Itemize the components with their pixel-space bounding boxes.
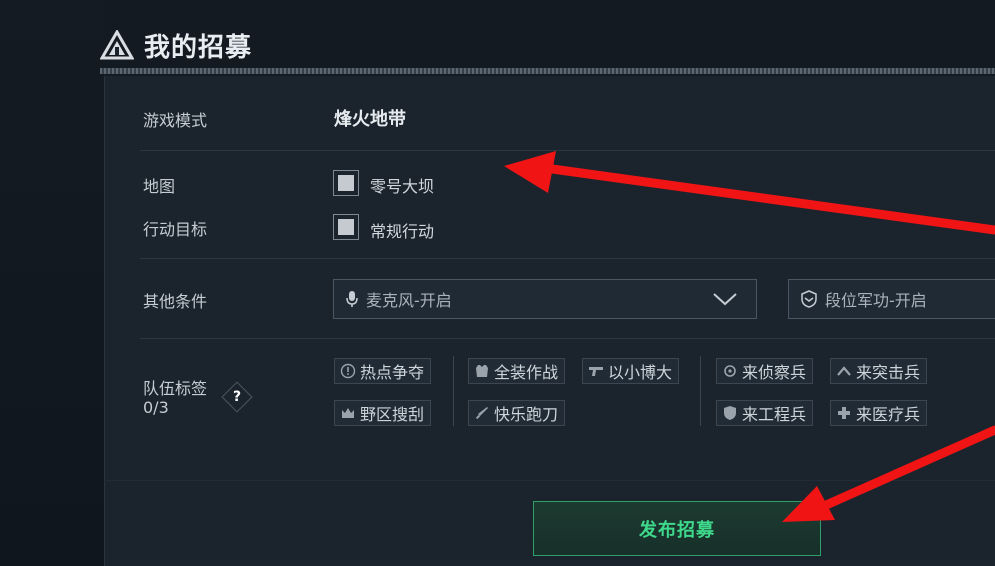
tag-engineer[interactable]: 来工程兵 [716,400,814,426]
tag-medic-label: 来医疗兵 [856,405,921,424]
medical-cross-icon [838,407,850,419]
tag-group-separator-2 [700,356,701,426]
game-mode-label: 游戏模式 [143,111,208,130]
divider-mode [140,150,995,151]
background-left [0,0,104,566]
tag-group-separator-1 [453,356,454,426]
tag-medic[interactable]: 来医疗兵 [830,400,928,426]
pistol-icon [589,367,603,376]
tag-recon[interactable]: 来侦察兵 [716,358,814,384]
tag-hotspot[interactable]: 热点争夺 [334,358,432,384]
knife-icon [475,407,488,420]
map-option-label[interactable]: 零号大坝 [370,173,434,197]
mic-select-value: 麦克风-开启 [366,291,452,310]
tag-happy-knife-label: 快乐跑刀 [494,405,559,424]
rank-select-value: 段位军功-开启 [825,291,927,310]
rank-select[interactable]: 段位军功-开启 [788,279,995,319]
tag-hotspot-label: 热点争夺 [360,363,425,382]
team-tags-count: 0/3 [143,398,169,417]
objective-option-label[interactable]: 常规行动 [370,218,434,242]
map-label: 地图 [143,177,176,196]
crown-icon [342,408,354,418]
team-tags-label: 队伍标签 [143,379,208,398]
mic-select[interactable]: 麦克风-开启 [333,279,757,319]
conditions-label: 其他条件 [143,292,208,311]
tag-fullgear[interactable]: 全装作战 [468,358,566,384]
chevron-up-rank-icon [837,366,851,376]
microphone-icon [346,291,358,307]
triangle-logo-icon [100,30,134,60]
tag-engineer-label: 来工程兵 [742,405,807,424]
tag-assault-label: 来突击兵 [856,363,921,382]
objective-label: 行动目标 [143,220,208,239]
chevron-down-icon [713,293,737,306]
tag-underdog[interactable]: 以小博大 [582,358,680,384]
armor-vest-icon [476,365,488,377]
publish-recruit-button[interactable]: 发布招募 [533,501,821,556]
help-icon[interactable]: ? [226,386,248,408]
map-checkbox[interactable] [333,170,359,196]
tag-happy-knife[interactable]: 快乐跑刀 [468,400,566,426]
tag-wild[interactable]: 野区搜刮 [334,400,432,426]
tag-fullgear-label: 全装作战 [494,363,559,382]
rank-badge-icon [801,290,817,308]
alert-circle-icon [340,363,356,379]
divider-conditions [140,338,995,339]
divider-objective [140,258,995,259]
header-divider [100,68,995,74]
crosshair-icon [724,365,736,377]
divider-actions [104,480,995,481]
tag-wild-label: 野区搜刮 [360,405,425,424]
tag-underdog-label: 以小博大 [608,363,673,382]
page-header: 我的招募 [100,20,995,70]
objective-checkbox[interactable] [333,214,359,240]
tag-assault[interactable]: 来突击兵 [830,358,928,384]
shield-icon [724,406,736,420]
tag-recon-label: 来侦察兵 [742,363,807,382]
page-title: 我的招募 [144,32,253,63]
game-mode-value: 烽火地带 [334,109,406,130]
